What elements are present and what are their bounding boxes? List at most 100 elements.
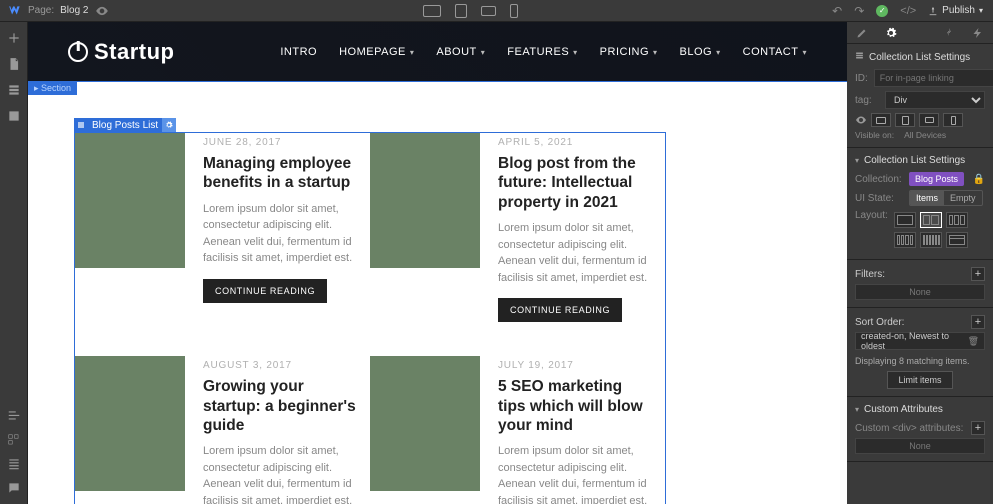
post-thumbnail (370, 133, 480, 268)
post-title: Managing employee benefits in a startup (203, 154, 358, 193)
audit-icon[interactable] (6, 432, 22, 448)
layout-2col[interactable] (920, 212, 942, 228)
panel-title: Collection List Settings (855, 51, 985, 63)
filters-block: Filters: + None (847, 260, 993, 308)
post-date: AUGUST 3, 2017 (203, 360, 358, 371)
cms-icon[interactable] (6, 82, 22, 98)
webflow-logo-icon[interactable] (8, 4, 22, 18)
layout-row[interactable] (946, 232, 968, 248)
device-switcher (109, 4, 833, 18)
limit-items-button[interactable]: Limit items (887, 371, 952, 389)
chevron-down-icon: ▾ (716, 48, 721, 57)
element-settings-icon[interactable] (162, 118, 176, 132)
collection-value[interactable]: Blog Posts (909, 172, 964, 186)
site-nav: INTRO HOMEPAGE▾ ABOUT▾ FEATURES▾ PRICING… (280, 46, 807, 58)
layout-1col[interactable] (894, 212, 916, 228)
add-attr-button[interactable]: + (971, 421, 985, 435)
collection-row: Collection: Blog Posts 🔒 (855, 172, 985, 186)
section-badge[interactable]: ▸ Section (28, 82, 77, 95)
continue-reading-button[interactable]: CONTINUE READING (203, 279, 327, 303)
list-item[interactable]: APRIL 5, 2021 Blog post from the future:… (370, 133, 665, 322)
layout-row: Layout: (855, 210, 985, 248)
blog-posts-list[interactable]: JUNE 28, 2017 Managing employee benefits… (74, 132, 666, 504)
help-icon[interactable] (6, 480, 22, 496)
ui-state-toggle: Items Empty (909, 190, 983, 206)
site-logo[interactable]: Startup (68, 39, 175, 65)
trash-icon[interactable]: 🗑 (968, 336, 979, 347)
toolbar-left: Page: Blog 2 (0, 4, 109, 18)
left-rail (0, 22, 28, 504)
post-date: JULY 19, 2017 (498, 360, 653, 371)
settings-tab-icon[interactable] (882, 24, 900, 42)
device-phone-landscape-icon[interactable] (481, 6, 496, 16)
ui-state-empty[interactable]: Empty (944, 191, 982, 205)
code-icon[interactable]: </> (900, 5, 916, 17)
design-canvas[interactable]: Startup INTRO HOMEPAGE▾ ABOUT▾ FEATURES▾… (28, 22, 847, 504)
chevron-down-icon: ▾ (653, 48, 658, 57)
device-phone-portrait-icon[interactable] (510, 4, 518, 18)
style-tab-icon[interactable] (853, 24, 871, 42)
id-field-row: ID: (855, 69, 985, 87)
undo-icon[interactable]: ↶ (832, 4, 842, 18)
add-filter-button[interactable]: + (971, 267, 985, 281)
interactions-tab-icon[interactable] (940, 24, 958, 42)
nav-pricing[interactable]: PRICING▾ (600, 46, 658, 58)
style-manager-tab-icon[interactable] (911, 24, 929, 42)
vis-phone[interactable] (943, 113, 963, 127)
layout-4col[interactable] (894, 232, 916, 248)
nav-blog[interactable]: BLOG▾ (680, 46, 721, 58)
add-sort-button[interactable]: + (971, 315, 985, 329)
list-icon[interactable] (6, 456, 22, 472)
nav-features[interactable]: FEATURES▾ (507, 46, 577, 58)
layout-6col[interactable] (920, 232, 942, 248)
ui-state-label: UI State: (855, 193, 903, 204)
nav-about[interactable]: ABOUT▾ (436, 46, 485, 58)
visible-on-caption: Visible on:All Devices (855, 130, 985, 140)
redo-icon[interactable]: ↷ (854, 4, 864, 18)
device-desktop-icon[interactable] (423, 5, 441, 17)
add-element-icon[interactable] (6, 30, 22, 46)
layout-3col[interactable] (946, 212, 968, 228)
layout-label: Layout: (855, 210, 888, 221)
selected-element-label: Blog Posts List (88, 120, 162, 131)
nav-intro[interactable]: INTRO (280, 46, 317, 58)
workarea: Startup INTRO HOMEPAGE▾ ABOUT▾ FEATURES▾… (0, 22, 993, 504)
list-item[interactable]: JULY 19, 2017 5 SEO marketing tips which… (370, 356, 665, 504)
ui-state-items[interactable]: Items (910, 191, 944, 205)
list-item[interactable]: JUNE 28, 2017 Managing employee benefits… (75, 133, 370, 322)
vis-tablet[interactable] (895, 113, 915, 127)
list-item[interactable]: AUGUST 3, 2017 Growing your startup: a b… (75, 356, 370, 504)
device-tablet-icon[interactable] (455, 4, 467, 18)
tag-select[interactable]: Div (885, 91, 985, 109)
vis-phone-landscape[interactable] (919, 113, 939, 127)
selected-element-badge[interactable]: Blog Posts List (74, 118, 176, 132)
page-name[interactable]: Blog 2 (60, 5, 88, 16)
tag-label: tag: (855, 95, 879, 106)
chevron-down-icon: ▾ (979, 6, 983, 15)
assets-icon[interactable] (6, 108, 22, 124)
pages-icon[interactable] (6, 56, 22, 72)
ui-state-row: UI State: Items Empty (855, 190, 985, 206)
top-toolbar: Page: Blog 2 ↶ ↷ </> Publish▾ (0, 0, 993, 22)
post-excerpt: Lorem ipsum dolor sit amet, consectetur … (498, 443, 653, 504)
custom-attr-empty: None (855, 438, 985, 454)
post-date: APRIL 5, 2021 (498, 137, 653, 148)
panel-tabs (847, 22, 993, 44)
post-excerpt: Lorem ipsum dolor sit amet, consectetur … (498, 220, 653, 286)
visible-on-row (855, 113, 985, 127)
status-check-icon[interactable] (876, 5, 888, 17)
continue-reading-button[interactable]: CONTINUE READING (498, 298, 622, 322)
vis-desktop[interactable] (871, 113, 891, 127)
post-date: JUNE 28, 2017 (203, 137, 358, 148)
nav-homepage[interactable]: HOMEPAGE▾ (339, 46, 414, 58)
preview-icon[interactable] (95, 4, 109, 18)
navigator-icon[interactable] (6, 408, 22, 424)
displaying-text: Displaying 8 matching items. (855, 356, 985, 366)
post-title: 5 SEO marketing tips which will blow you… (498, 377, 653, 435)
more-tab-icon[interactable] (969, 24, 987, 42)
id-input[interactable] (874, 69, 993, 87)
lock-icon: 🔒 (973, 174, 985, 185)
publish-button[interactable]: Publish▾ (928, 5, 983, 16)
nav-contact[interactable]: CONTACT▾ (743, 46, 807, 58)
sort-value-row[interactable]: created-on, Newest to oldest 🗑 (855, 332, 985, 350)
